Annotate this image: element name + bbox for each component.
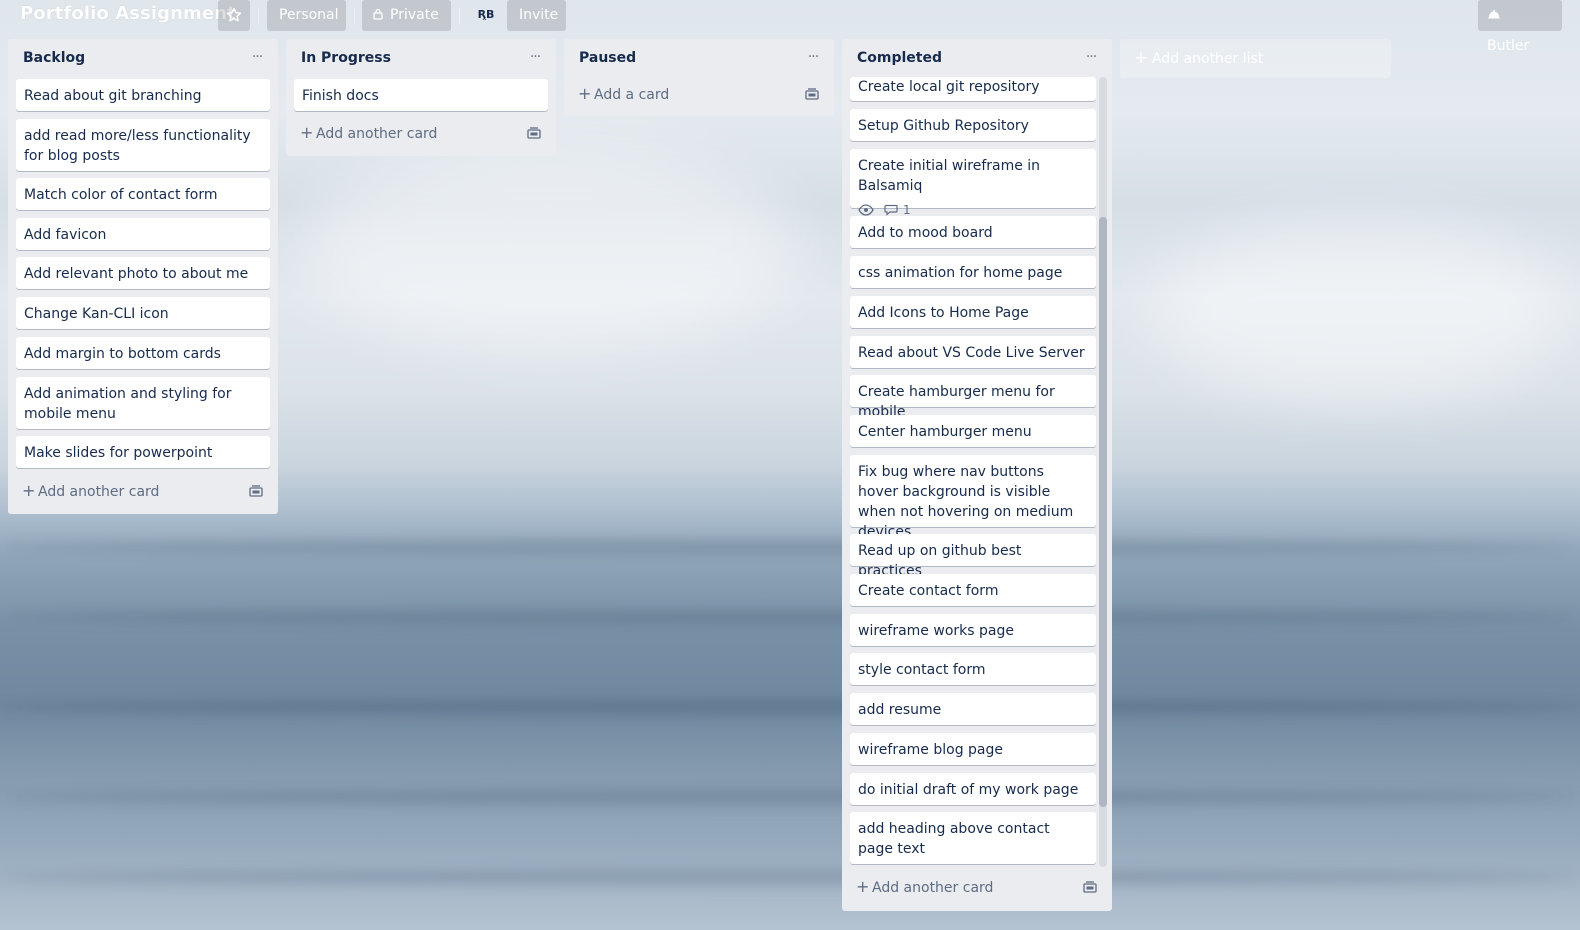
card-template-icon[interactable] <box>1083 881 1097 893</box>
background-cloud <box>1150 220 1570 400</box>
list-paused: Paused ··· + Add a card <box>564 39 834 116</box>
list-menu-button[interactable]: ··· <box>1080 47 1102 69</box>
add-card-button[interactable]: + Add a card <box>572 80 778 108</box>
card[interactable]: Center hamburger menu <box>850 415 1096 447</box>
ellipsis-icon: ··· <box>1085 49 1097 65</box>
background-wave <box>0 870 1580 884</box>
header-divider <box>258 8 259 24</box>
ellipsis-icon: ··· <box>529 49 541 65</box>
list-title[interactable]: Completed <box>857 50 942 66</box>
list-scrollbar-thumb[interactable] <box>1099 217 1107 807</box>
background-cloud <box>300 150 800 350</box>
list-header: Backlog ··· <box>8 39 278 77</box>
card[interactable]: style contact form <box>850 653 1096 685</box>
card[interactable]: Fix bug where nav buttons hover backgrou… <box>850 455 1096 540</box>
card[interactable]: do initial draft of my work page <box>850 773 1096 805</box>
card[interactable]: add read more/less functionality for blo… <box>16 119 270 171</box>
plus-icon: + <box>300 123 314 142</box>
card[interactable]: Add animation and styling for mobile men… <box>16 377 270 429</box>
ellipsis-icon: ··· <box>807 49 819 65</box>
add-card-label: Add another card <box>872 880 994 896</box>
list-title[interactable]: Paused <box>579 50 636 66</box>
card[interactable]: Add favicon <box>16 218 270 250</box>
list-menu-button[interactable]: ··· <box>246 47 268 69</box>
workspace-button[interactable]: Personal <box>267 0 346 31</box>
list-title[interactable]: In Progress <box>301 50 391 66</box>
board-title[interactable]: Portfolio Assignment <box>20 3 236 24</box>
card[interactable]: Match color of contact form <box>16 178 270 210</box>
card[interactable]: css animation for home page <box>850 256 1096 288</box>
add-card-label: Add a card <box>594 87 670 103</box>
card-template-icon[interactable] <box>527 127 541 139</box>
background-wave <box>0 610 1580 624</box>
ellipsis-icon: ··· <box>251 49 263 65</box>
comment-icon <box>884 204 898 216</box>
avatar[interactable]: RB ⌃ <box>474 3 498 27</box>
card[interactable]: Create initial wireframe in Balsamiq 1 <box>850 149 1096 217</box>
add-list-button[interactable]: + Add another list <box>1120 39 1391 78</box>
card-title: Create initial wireframe in Balsamiq <box>858 158 1041 194</box>
card[interactable]: Read about VS Code Live Server <box>850 336 1096 368</box>
card[interactable]: Create contact form <box>850 574 1096 606</box>
header-divider <box>354 8 355 24</box>
card[interactable]: Add Icons to Home Page <box>850 296 1096 328</box>
background-wave <box>0 790 1580 804</box>
card[interactable]: wireframe blog page <box>850 733 1096 765</box>
card[interactable]: Setup Github Repository <box>850 109 1096 141</box>
list-backlog: Backlog ··· Read about git branching add… <box>8 39 278 514</box>
add-card-button[interactable]: + Add another card <box>850 873 1056 901</box>
invite-button[interactable]: Invite <box>507 0 566 31</box>
card[interactable]: Read up on github best practices <box>850 534 1096 579</box>
star-icon <box>226 7 242 22</box>
list-in-progress: In Progress ··· Finish docs + Add another… <box>286 39 556 156</box>
background-wave <box>0 540 1580 554</box>
star-button[interactable] <box>218 0 250 31</box>
card[interactable]: wireframe works page <box>850 614 1096 646</box>
add-card-button[interactable]: + Add another card <box>294 119 500 147</box>
add-card-button[interactable]: + Add another card <box>16 477 222 505</box>
eye-icon <box>858 204 874 216</box>
list-completed: Completed ··· Create local git repositor… <box>842 39 1112 911</box>
header-divider <box>459 8 460 24</box>
add-card-label: Add another card <box>38 484 160 500</box>
plus-icon: + <box>856 877 870 896</box>
card[interactable]: add heading above contact page text <box>850 812 1096 864</box>
board-header: Portfolio Assignment Personal Private RB… <box>0 0 1580 54</box>
admin-chevron-icon: ⌃ <box>481 17 488 26</box>
card-template-icon[interactable] <box>805 88 819 100</box>
list-header: In Progress ··· <box>286 39 556 77</box>
butler-button[interactable]: Butler <box>1478 0 1562 54</box>
list-menu-button[interactable]: ··· <box>802 47 824 69</box>
card[interactable]: Make slides for powerpoint <box>16 436 270 468</box>
list-header: Completed ··· <box>842 39 1112 77</box>
visibility-label: Private <box>390 7 439 23</box>
card[interactable]: Change Kan-CLI icon <box>16 297 270 329</box>
card[interactable]: Add margin to bottom cards <box>16 337 270 369</box>
card-template-icon[interactable] <box>249 485 263 497</box>
plus-icon: + <box>22 481 36 500</box>
lock-icon <box>373 8 383 20</box>
card[interactable]: add resume <box>850 693 1096 725</box>
plus-icon: + <box>578 84 592 103</box>
card[interactable]: Add relevant photo to about me <box>16 257 270 289</box>
list-title[interactable]: Backlog <box>23 50 85 66</box>
add-card-label: Add another card <box>316 126 438 142</box>
visibility-button[interactable]: Private <box>362 0 451 31</box>
add-list-label: Add another list <box>1152 51 1264 67</box>
list-menu-button[interactable]: ··· <box>524 47 546 69</box>
card[interactable]: Add to mood board <box>850 216 1096 248</box>
card[interactable]: Finish docs <box>294 79 548 111</box>
card[interactable]: Read about git branching <box>16 79 270 111</box>
list-header: Paused ··· <box>564 39 834 77</box>
plus-icon: + <box>1134 48 1149 68</box>
card[interactable]: Create hamburger menu for mobile <box>850 375 1096 420</box>
butler-icon <box>1488 10 1500 19</box>
background-wave <box>0 700 1580 714</box>
card[interactable]: Create local git repository <box>850 77 1096 101</box>
butler-label: Butler <box>1487 38 1530 54</box>
